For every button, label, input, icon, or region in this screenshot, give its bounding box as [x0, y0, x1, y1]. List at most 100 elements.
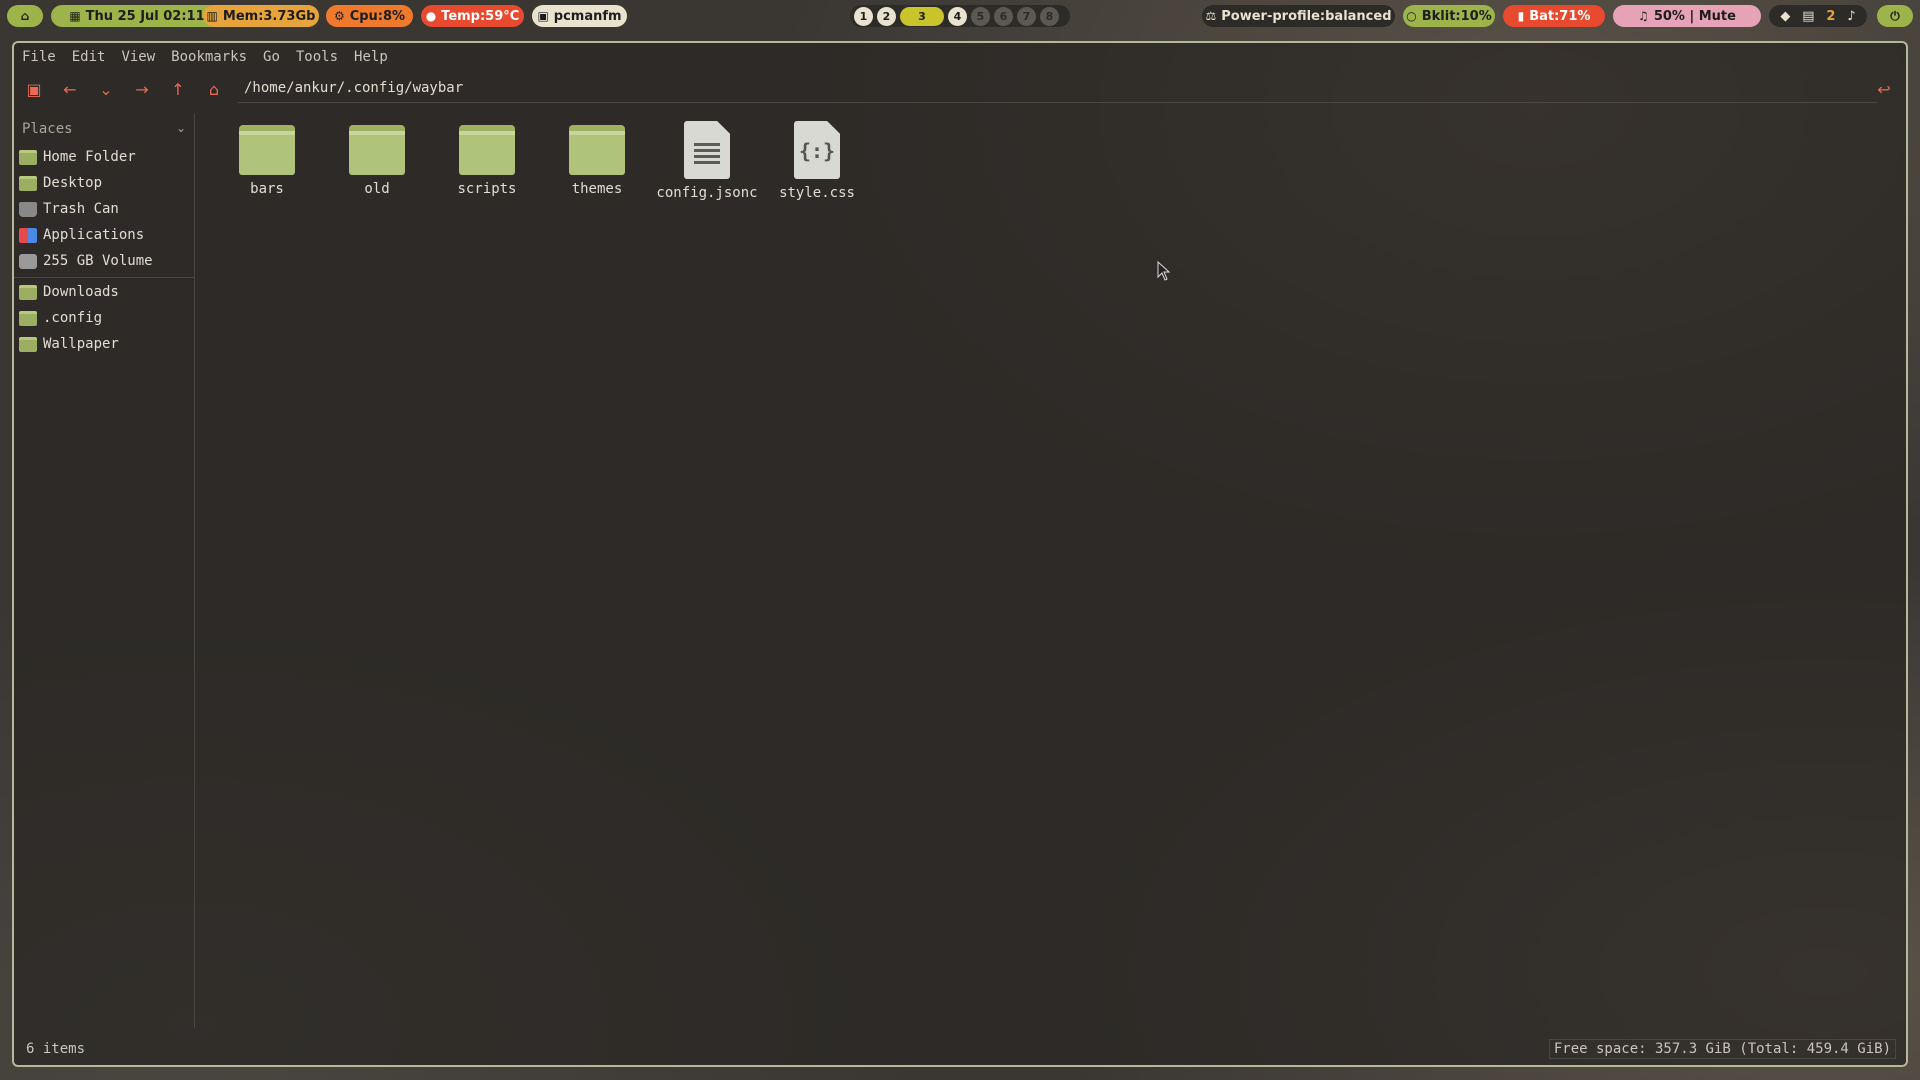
notification-count[interactable]: 2 [1826, 9, 1835, 24]
wifi-icon[interactable]: ◆ [1780, 9, 1790, 24]
sidebar-item-volume[interactable]: 255 GB Volume [19, 250, 153, 272]
bell-icon[interactable]: ♪ [1847, 9, 1855, 24]
menu-view[interactable]: View [113, 47, 163, 67]
trash-icon [19, 201, 37, 217]
workspace-2[interactable]: 2 [877, 6, 896, 26]
sidebar-item-label: Downloads [43, 284, 119, 300]
workspace-8[interactable]: 8 [1040, 6, 1059, 26]
audio-widget[interactable]: ♫ 50% | Mute [1613, 5, 1761, 27]
active-window-widget[interactable]: ▣ pcmanfm [532, 5, 627, 27]
backlight-widget[interactable]: ○ Bklit:10% [1403, 5, 1495, 27]
network-manager-icon[interactable]: ▤ [1802, 9, 1814, 24]
sidebar-item-label: Home Folder [43, 149, 136, 165]
workspace-7[interactable]: 7 [1017, 6, 1036, 26]
temperature-text: Temp:59°C [441, 8, 520, 24]
go-button[interactable]: ↩ [1874, 79, 1894, 99]
cpu-widget[interactable]: ⚙ Cpu:8% [326, 5, 413, 27]
go-icon: ↩ [1877, 79, 1891, 99]
file-item[interactable]: bars [214, 121, 320, 197]
temperature-widget[interactable]: ● Temp:59°C [421, 5, 524, 27]
file-name: scripts [457, 181, 517, 197]
sidebar-item-config[interactable]: .config [19, 307, 102, 329]
sidebar-item-label: Desktop [43, 175, 103, 191]
sidebar-item-label: Trash Can [43, 201, 119, 217]
menu-bookmarks[interactable]: Bookmarks [163, 47, 255, 67]
file-item[interactable]: scripts [434, 121, 540, 197]
cpu-icon: ⚙ [333, 9, 345, 23]
power-icon: ⏻ [1890, 8, 1900, 23]
memory-icon: ▥ [206, 9, 218, 23]
memory-text: Mem:3.73Gb [222, 8, 316, 24]
launcher-button[interactable]: ⌂ [7, 5, 43, 27]
sidebar-item-applications[interactable]: Applications [19, 224, 144, 246]
forward-button[interactable]: → [132, 79, 152, 99]
file-manager-window: File Edit View Bookmarks Go Tools Help ▣… [12, 41, 1908, 1067]
workspace-4[interactable]: 4 [948, 6, 967, 26]
folder-icon [239, 125, 295, 175]
free-space: Free space: 357.3 GiB (Total: 459.4 GiB) [1548, 1039, 1896, 1059]
home-icon: ⌂ [208, 79, 220, 99]
menu-tools[interactable]: Tools [288, 47, 346, 67]
sidebar-item-wallpaper[interactable]: Wallpaper [19, 333, 119, 355]
file-item[interactable]: themes [544, 121, 650, 197]
sidebar-item-label: Applications [43, 227, 145, 243]
menubar: File Edit View Bookmarks Go Tools Help [22, 47, 396, 67]
history-button[interactable]: ⌄ [96, 79, 116, 99]
scale-icon: ⚖ [1205, 9, 1217, 23]
file-item[interactable]: {:} style.css [764, 121, 870, 201]
menu-help[interactable]: Help [346, 47, 396, 67]
file-name: old [364, 181, 390, 197]
folder-icon [459, 125, 515, 175]
mouse-cursor-icon [1157, 261, 1171, 281]
new-window-button[interactable]: ▣ [24, 79, 44, 99]
home-button[interactable]: ⌂ [204, 79, 224, 99]
places-title: Places [22, 121, 73, 137]
file-item[interactable]: old [324, 121, 430, 197]
location-bar[interactable]: /home/ankur/.config/waybar [238, 73, 1878, 103]
active-window-text: pcmanfm [553, 8, 622, 24]
backlight-text: Bklit:10% [1421, 8, 1492, 24]
file-name: themes [571, 181, 623, 197]
system-tray: ◆ ▤ 2 ♪ [1769, 5, 1867, 27]
workspaces: 1 2 3 4 5 6 7 8 [850, 5, 1070, 27]
places-header[interactable]: Places ⌄ [22, 121, 186, 141]
file-name: config.jsonc [656, 185, 758, 201]
battery-icon: ▮ [1517, 9, 1525, 23]
home-icon: ⌂ [20, 9, 30, 23]
workspace-3-active[interactable]: 3 [900, 6, 944, 26]
menu-file[interactable]: File [22, 47, 64, 67]
new-window-icon: ▣ [26, 79, 42, 99]
battery-widget[interactable]: ▮ Bat:71% [1503, 5, 1605, 27]
menu-edit[interactable]: Edit [64, 47, 114, 67]
sidebar-item-trash[interactable]: Trash Can [19, 198, 119, 220]
folder-icon [19, 336, 37, 352]
toolbar: ▣ ← ⌄ → ↑ ⌂ /home/ankur/.config/waybar ↩ [14, 71, 1906, 107]
power-profile-widget[interactable]: ⚖ Power-profile:balanced [1202, 5, 1395, 27]
sidebar-item-label: Wallpaper [43, 336, 119, 352]
drive-icon [19, 253, 37, 269]
css-file-icon: {:} [794, 121, 840, 179]
workspace-5[interactable]: 5 [971, 6, 990, 26]
memory-widget[interactable]: ▥ Mem:3.73Gb [203, 5, 319, 27]
up-button[interactable]: ↑ [168, 79, 188, 99]
sidebar-item-desktop[interactable]: Desktop [19, 172, 102, 194]
power-profile-text: Power-profile:balanced [1221, 8, 1392, 24]
sidebar-item-home-folder[interactable]: Home Folder [19, 146, 136, 168]
chevron-down-icon: ⌄ [99, 79, 113, 99]
statusbar: 6 items Free space: 357.3 GiB (Total: 45… [14, 1035, 1906, 1065]
menu-go[interactable]: Go [255, 47, 288, 67]
workspace-6[interactable]: 6 [994, 6, 1013, 26]
cpu-text: Cpu:8% [349, 8, 406, 24]
sidebar-item-label: .config [43, 310, 103, 326]
headphones-icon: ♫ [1638, 9, 1649, 23]
brightness-icon: ○ [1406, 9, 1417, 23]
file-item[interactable]: config.jsonc [654, 121, 760, 201]
arrow-left-icon: ← [63, 79, 77, 99]
folder-icon [19, 310, 37, 326]
clock-widget[interactable]: ▦ Thu 25 Jul 02:11 [51, 5, 223, 27]
back-button[interactable]: ← [60, 79, 80, 99]
workspace-1[interactable]: 1 [854, 6, 873, 26]
sidebar-item-downloads[interactable]: Downloads [19, 281, 119, 303]
waybar: ⌂ ▦ Thu 25 Jul 02:11 ▥ Mem:3.73Gb ⚙ Cpu:… [0, 0, 1920, 32]
power-button[interactable]: ⏻ [1877, 5, 1913, 27]
